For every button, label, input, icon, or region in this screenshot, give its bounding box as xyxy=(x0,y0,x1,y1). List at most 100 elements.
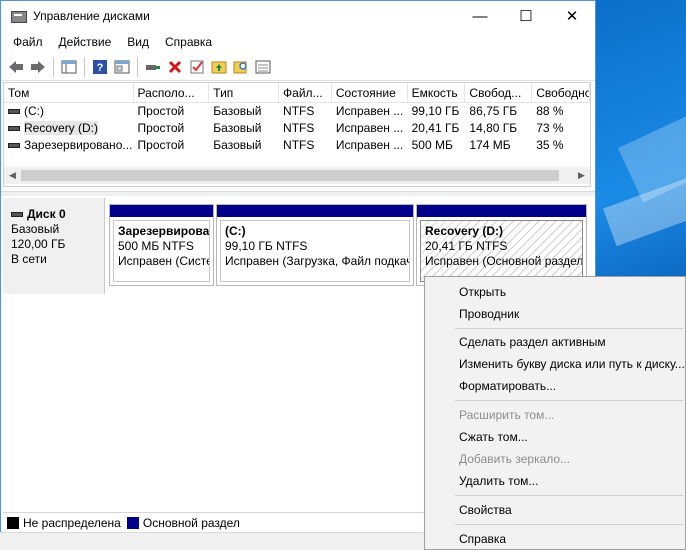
menu-item-explorer[interactable]: Проводник xyxy=(459,307,519,321)
disk-management-icon xyxy=(10,8,27,24)
partition-name: Recovery (D:) xyxy=(425,224,504,238)
volume-icon xyxy=(8,143,20,149)
connect-icon[interactable] xyxy=(142,56,164,78)
column-header-layout[interactable]: Располо... xyxy=(134,83,210,103)
disk-name: Диск 0 xyxy=(27,207,66,221)
menu-item-open[interactable]: Открыть xyxy=(459,285,506,299)
volume-free-percent: 73 % xyxy=(536,121,564,135)
partition-status: Исправен (Систе xyxy=(118,254,210,268)
close-button[interactable]: ✕ xyxy=(549,1,595,31)
volume-free-space: 14,80 ГБ xyxy=(469,121,518,135)
volume-list: Том Располо... Тип Файл... Состояние Емк… xyxy=(3,82,591,187)
partition-recovery-d[interactable]: Recovery (D:) 20,41 ГБ NTFS Исправен (Ос… xyxy=(416,204,587,286)
volume-capacity: 20,41 ГБ xyxy=(411,121,460,135)
volume-type: Базовый xyxy=(213,121,262,135)
menu-bar: Файл Действие Вид Справка xyxy=(1,31,595,53)
help-icon[interactable]: ? xyxy=(89,56,111,78)
menu-file[interactable]: Файл xyxy=(5,35,51,49)
menu-action[interactable]: Действие xyxy=(51,35,120,49)
menu-item-format[interactable]: Форматировать... xyxy=(459,379,556,393)
volume-status: Исправен ... xyxy=(335,104,404,118)
volume-free-percent: 35 % xyxy=(536,138,564,152)
partition-name: (C:) xyxy=(225,224,246,238)
disk-icon xyxy=(11,212,23,218)
svg-text:?: ? xyxy=(97,62,104,74)
volume-layout: Простой xyxy=(137,104,185,118)
scroll-right-icon[interactable]: ▶ xyxy=(573,170,590,181)
list-view-icon[interactable] xyxy=(252,56,274,78)
volume-icon xyxy=(8,126,20,132)
minimize-button[interactable]: — xyxy=(457,1,503,31)
partition-size: 20,41 ГБ NTFS xyxy=(425,239,508,253)
properties-view-icon[interactable] xyxy=(111,56,133,78)
toolbar: ? xyxy=(1,53,595,81)
column-header-free-space[interactable]: Свобод... xyxy=(465,83,533,103)
table-row[interactable]: (C:) Простой Базовый NTFS Исправен ... 9… xyxy=(4,103,590,120)
volume-name: (C:) xyxy=(24,104,44,118)
partition-name: Зарезервирова xyxy=(118,224,210,238)
column-header-type[interactable]: Тип xyxy=(209,83,280,103)
forward-icon[interactable] xyxy=(27,56,49,78)
search-folder-icon[interactable] xyxy=(230,56,252,78)
maximize-button[interactable]: ☐ xyxy=(503,1,549,31)
menu-item-mark-active[interactable]: Сделать раздел активным xyxy=(459,335,606,349)
volume-filesystem: NTFS xyxy=(283,104,315,118)
volume-free-space: 86,75 ГБ xyxy=(469,104,518,118)
partition-c[interactable]: (C:) 99,10 ГБ NTFS Исправен (Загрузка, Ф… xyxy=(216,204,414,286)
menu-item-properties[interactable]: Свойства xyxy=(459,503,512,517)
volume-free-percent: 88 % xyxy=(536,104,564,118)
volume-type: Базовый xyxy=(213,138,262,152)
check-icon[interactable] xyxy=(186,56,208,78)
partition-strip: Зарезервирова 500 МБ NTFS Исправен (Сист… xyxy=(109,204,587,286)
disk-status: В сети xyxy=(11,252,47,266)
volume-status: Исправен ... xyxy=(335,138,404,152)
disk-0-label[interactable]: Диск 0 Базовый 120,00 ГБ В сети xyxy=(3,198,105,294)
volume-type: Базовый xyxy=(213,104,262,118)
disk-type: Базовый xyxy=(11,222,60,236)
folder-up-icon[interactable] xyxy=(208,56,230,78)
column-header-free-percent[interactable]: Свободно xyxy=(532,83,590,103)
menu-item-delete-volume[interactable]: Удалить том... xyxy=(459,474,538,488)
volume-filesystem: NTFS xyxy=(283,138,315,152)
menu-view[interactable]: Вид xyxy=(119,35,157,49)
partition-status: Исправен (Основной раздел xyxy=(425,254,583,268)
volume-free-space: 174 МБ xyxy=(469,138,511,152)
volume-icon xyxy=(8,109,20,115)
partition-reserved[interactable]: Зарезервирова 500 МБ NTFS Исправен (Сист… xyxy=(109,204,214,286)
menu-item-extend-volume: Расширить том... xyxy=(459,408,555,422)
table-row[interactable]: Recovery (D:) Простой Базовый NTFS Испра… xyxy=(4,120,590,137)
volume-list-header: Том Располо... Тип Файл... Состояние Емк… xyxy=(4,83,590,103)
scroll-left-icon[interactable]: ◀ xyxy=(4,170,21,181)
volume-layout: Простой xyxy=(137,138,185,152)
menu-item-change-drive-letter[interactable]: Изменить букву диска или путь к диску... xyxy=(459,357,685,371)
column-header-capacity[interactable]: Емкость xyxy=(408,83,466,103)
window-title: Управление дисками xyxy=(33,9,150,23)
column-header-status[interactable]: Состояние xyxy=(332,83,408,103)
menu-help[interactable]: Справка xyxy=(157,35,220,49)
column-header-volume[interactable]: Том xyxy=(4,83,134,103)
context-menu: Открыть Проводник Сделать раздел активны… xyxy=(424,276,686,550)
volume-capacity: 500 МБ xyxy=(411,138,453,152)
disk-size: 120,00 ГБ xyxy=(11,237,66,251)
delete-icon[interactable] xyxy=(164,56,186,78)
title-bar: Управление дисками — ☐ ✕ xyxy=(1,1,595,31)
unallocated-swatch xyxy=(7,516,19,529)
table-row[interactable]: Зарезервировано... Простой Базовый NTFS … xyxy=(4,137,590,154)
back-icon[interactable] xyxy=(5,56,27,78)
partition-size: 99,10 ГБ NTFS xyxy=(225,239,308,253)
volume-capacity: 99,10 ГБ xyxy=(411,104,460,118)
column-header-filesystem[interactable]: Файл... xyxy=(279,83,332,103)
primary-swatch xyxy=(126,516,139,529)
volume-filesystem: NTFS xyxy=(283,121,315,135)
volume-name: Зарезервировано... xyxy=(24,138,133,152)
scrollbar-thumb[interactable] xyxy=(21,170,559,181)
console-tree-icon[interactable] xyxy=(58,56,80,78)
menu-item-add-mirror: Добавить зеркало... xyxy=(459,452,571,466)
volume-layout: Простой xyxy=(137,121,185,135)
menu-item-help[interactable]: Справка xyxy=(459,532,506,546)
menu-item-shrink-volume[interactable]: Сжать том... xyxy=(459,430,528,444)
horizontal-scrollbar[interactable]: ◀ ▶ xyxy=(4,167,590,184)
partition-status: Исправен (Загрузка, Файл подкач xyxy=(225,254,410,268)
volume-name: Recovery (D:) xyxy=(24,121,99,135)
volume-status: Исправен ... xyxy=(335,121,404,135)
